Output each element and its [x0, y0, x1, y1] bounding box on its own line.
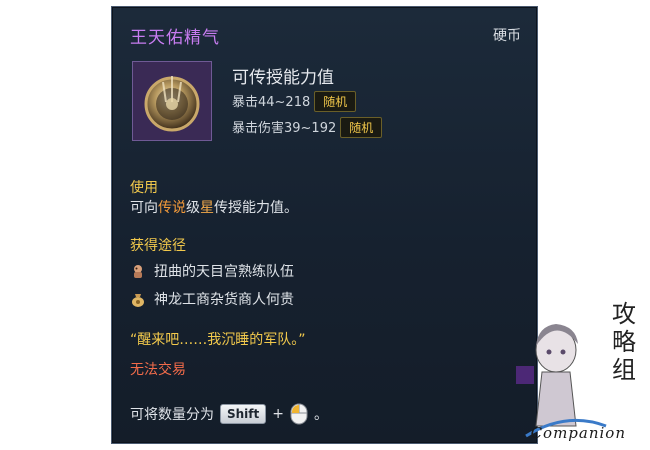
watermark-char: 攻	[612, 300, 636, 328]
stat-line-crit: 暴击44~218 随机	[232, 91, 357, 112]
watermark-chars: 攻 略 组	[604, 300, 644, 384]
item-orb-icon	[132, 61, 212, 141]
untradeable-text: 无法交易	[130, 362, 186, 378]
stat-label: 暴击44~218	[232, 95, 311, 110]
split-hint: 可将数量分为 Shift + 。	[130, 403, 328, 425]
watermark-char: 组	[612, 356, 636, 384]
random-badge: 随机	[314, 91, 357, 112]
merchant-bag-icon	[130, 291, 146, 307]
star-text: 星	[200, 200, 214, 216]
split-suffix: 。	[314, 407, 328, 423]
watermark-text: Companion	[530, 424, 626, 442]
shift-key: Shift	[220, 404, 267, 424]
obtain-source-item[interactable]: 神龙工商杂货商人何贵	[130, 289, 294, 309]
usage-text-mid: 级	[186, 200, 200, 216]
split-prefix: 可将数量分为	[130, 407, 214, 423]
flavor-quote: “醒来吧……我沉睡的军队。”	[130, 332, 306, 348]
source-text: 神龙工商杂货商人何贵	[154, 292, 294, 308]
item-name: 王天佑精气	[130, 28, 220, 48]
stat-title: 可传授能力值	[232, 68, 334, 88]
usage-text-prefix: 可向	[130, 200, 158, 216]
source-text: 扭曲的天目宫熟练队伍	[154, 264, 294, 280]
monster-icon	[130, 263, 146, 279]
stat-label: 暴击伤害39~192	[232, 121, 337, 136]
plus-sign: +	[272, 406, 284, 422]
usage-text-suffix: 传授能力值。	[214, 200, 298, 216]
usage-label: 使用	[130, 180, 158, 196]
usage-text: 可向传说级星传授能力值。	[130, 197, 298, 217]
watermark-char: 略	[612, 328, 636, 356]
item-tooltip: 王天佑精气 硬币 可传授能力值 暴击44~218 随机 暴击伤害39~192 随机 …	[111, 6, 538, 444]
currency-label: 硬币	[493, 28, 521, 44]
random-badge: 随机	[340, 117, 383, 138]
legend-grade-text: 传说	[158, 200, 186, 216]
obtain-label: 获得途径	[130, 238, 186, 254]
mouse-click-icon	[290, 403, 308, 425]
stat-line-crit-damage: 暴击伤害39~192 随机	[232, 117, 383, 138]
obtain-source-item[interactable]: 扭曲的天目宫熟练队伍	[130, 261, 294, 281]
